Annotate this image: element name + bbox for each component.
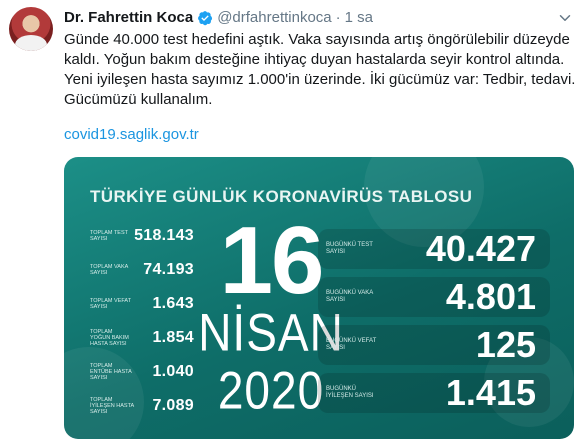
stat-label: BUGÜNKÜ VAKA SAYISI <box>326 290 373 303</box>
stat-total-tests: TOPLAM TEST SAYISI 518.143 <box>90 225 194 247</box>
tweet-text: Günde 40.000 test hedefini aştık. Vaka s… <box>64 30 576 110</box>
stat-today-tests: BUGÜNKÜ TEST SAYISI 40.427 <box>318 229 550 269</box>
stat-today-cases: BUGÜNKÜ VAKA SAYISI 4.801 <box>318 277 550 317</box>
stat-total-cases: TOPLAM VAKA SAYISI 74.193 <box>90 259 194 281</box>
covid-table-image[interactable]: TÜRKİYE GÜNLÜK KORONAVİRÜS TABLOSU TOPLA… <box>64 157 574 439</box>
card-title: TÜRKİYE GÜNLÜK KORONAVİRÜS TABLOSU <box>90 187 473 206</box>
tweet-line: Günde 40.000 test hedefini aştık. Vaka s… <box>64 31 570 48</box>
stat-today-deaths: BUGÜNKÜ VEFAT SAYISI 125 <box>318 325 550 365</box>
stat-total-intubated: TOPLAM ENTÜBE HASTA SAYISI 1.040 <box>90 361 194 383</box>
author-name[interactable]: Dr. Fahrettin Koca <box>64 9 193 27</box>
stat-label: TOPLAM İYİLEŞEN HASTA SAYISI <box>90 397 134 415</box>
avatar-coat <box>15 35 47 51</box>
stat-label: TOPLAM VEFAT SAYISI <box>90 298 131 310</box>
tweet-line: kaldı. Yoğun bakım desteğine ihtiyaç duy… <box>64 51 565 68</box>
stat-value: 1.040 <box>152 363 194 380</box>
stat-label: BUGÜNKÜ İYİLEŞEN SAYISI <box>326 386 374 399</box>
stat-label: BUGÜNKÜ TEST SAYISI <box>326 242 373 255</box>
tweet-header: Dr. Fahrettin Koca @drfahrettinkoca · 1 … <box>64 9 373 27</box>
tweet-link[interactable]: covid19.saglik.gov.tr <box>64 125 199 145</box>
separator-dot: · <box>335 9 341 26</box>
stat-value: 4.801 <box>445 276 536 317</box>
tweet-time[interactable]: 1 sa <box>345 9 373 27</box>
stat-label: TOPLAM YOĞUN BAKIM HASTA SAYISI <box>90 329 129 347</box>
verified-badge-icon <box>198 11 213 26</box>
stat-today-recovered: BUGÜNKÜ İYİLEŞEN SAYISI 1.415 <box>318 373 550 413</box>
stat-value: 1.415 <box>445 372 536 413</box>
stat-label: TOPLAM TEST SAYISI <box>90 230 128 242</box>
stat-total-recovered: TOPLAM İYİLEŞEN HASTA SAYISI 7.089 <box>90 395 194 417</box>
chevron-down-icon[interactable] <box>556 9 574 27</box>
stat-value: 74.193 <box>143 261 194 278</box>
stat-total-deaths: TOPLAM VEFAT SAYISI 1.643 <box>90 293 194 315</box>
stat-value: 125 <box>475 324 536 365</box>
stat-value: 1.643 <box>152 295 194 312</box>
stat-value: 518.143 <box>134 227 194 244</box>
author-handle[interactable]: @drfahrettinkoca <box>217 9 331 27</box>
tweet-line: Yeni iyileşen hasta sayımız 1.000'in üze… <box>64 71 576 88</box>
tweet-line: Gücümüzü kullanalım. <box>64 91 213 108</box>
stat-label: BUGÜNKÜ VEFAT SAYISI <box>326 338 377 351</box>
stat-total-icu: TOPLAM YOĞUN BAKIM HASTA SAYISI 1.854 <box>90 327 194 349</box>
stat-value: 1.854 <box>152 329 194 346</box>
stat-label: TOPLAM VAKA SAYISI <box>90 264 129 276</box>
stat-value: 7.089 <box>152 397 194 414</box>
stat-label: TOPLAM ENTÜBE HASTA SAYISI <box>90 363 132 381</box>
avatar[interactable] <box>9 7 53 51</box>
stat-value: 40.427 <box>425 228 536 269</box>
